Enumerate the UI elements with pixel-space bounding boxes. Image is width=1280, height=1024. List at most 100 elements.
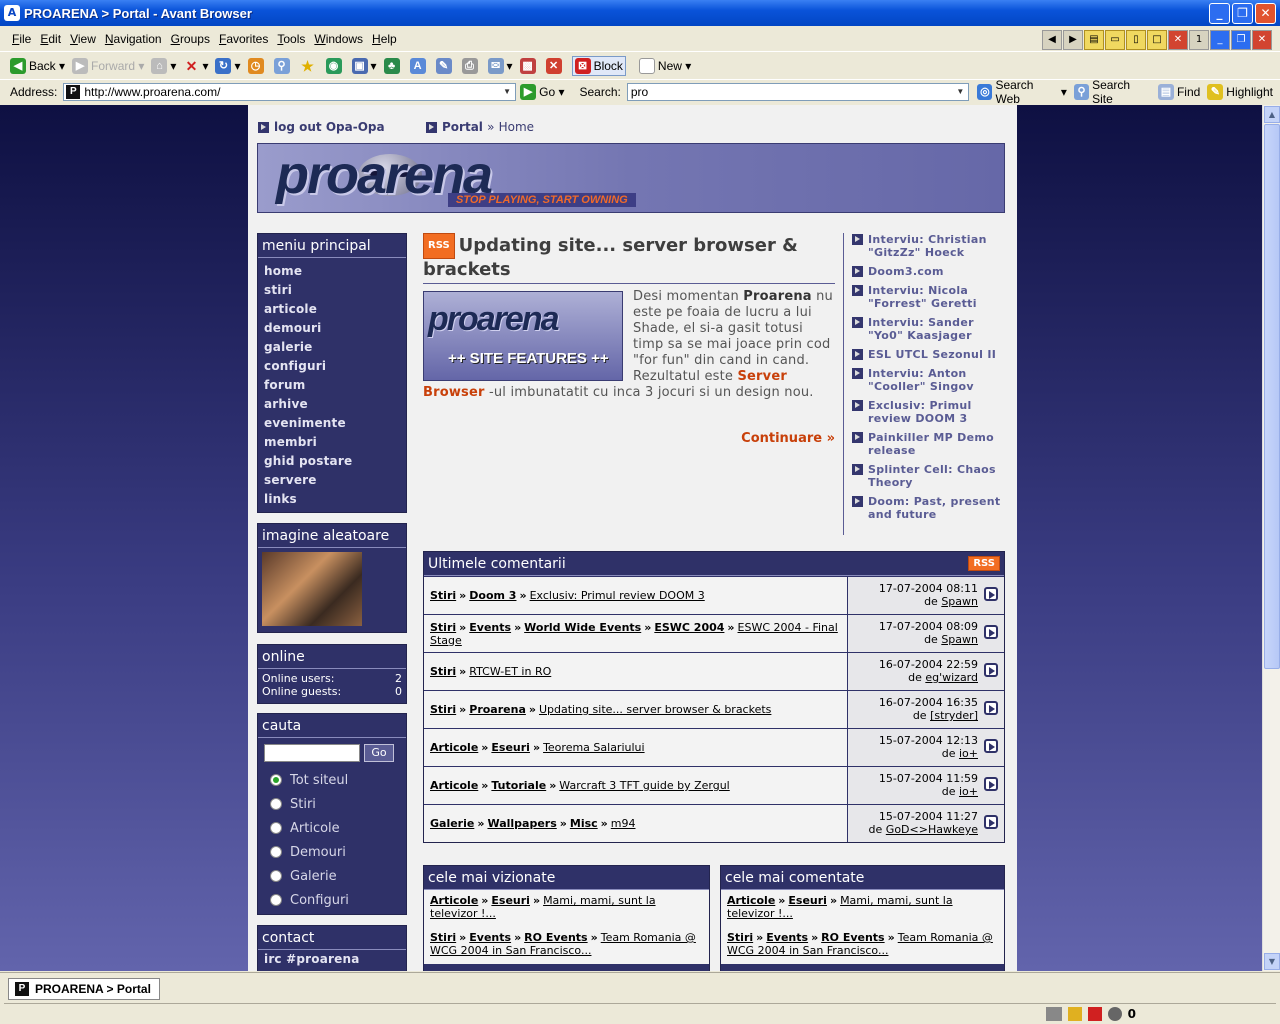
radio-icon[interactable] bbox=[270, 798, 282, 810]
tab-minimize-icon[interactable]: _ bbox=[1210, 30, 1230, 50]
search-option-articole[interactable]: Articole bbox=[264, 816, 400, 840]
category-link[interactable]: Eseuri bbox=[491, 894, 530, 907]
comment-category-link[interactable]: Stiri bbox=[430, 703, 456, 716]
stop-button[interactable]: ✕ ▾ bbox=[183, 58, 209, 74]
menu-favorites[interactable]: Favorites bbox=[219, 32, 268, 46]
side-link[interactable]: Interviu: Christian "GitzZz" Hoeck bbox=[852, 233, 1005, 259]
address-dropdown-icon[interactable]: ▼ bbox=[500, 85, 514, 99]
comment-category-link[interactable]: ESWC 2004 bbox=[654, 621, 724, 634]
scroll-down-icon[interactable]: ▼ bbox=[1264, 953, 1280, 970]
category-link[interactable]: Stiri bbox=[727, 931, 753, 944]
comment-category-link[interactable]: Doom 3 bbox=[469, 589, 516, 602]
tab-close-icon[interactable]: ✕ bbox=[1252, 30, 1272, 50]
single-window-icon[interactable]: 1 bbox=[1189, 30, 1209, 50]
refresh-button[interactable]: ↻ ▾ bbox=[215, 58, 241, 74]
category-link[interactable]: Events bbox=[766, 931, 808, 944]
radio-icon[interactable] bbox=[270, 894, 282, 906]
menu-navigation[interactable]: Navigation bbox=[105, 32, 162, 46]
back-button[interactable]: ◀ Back ▾ bbox=[10, 58, 65, 74]
go-button[interactable]: ▶ Go ▾ bbox=[520, 84, 564, 100]
tree-button[interactable]: ♣ bbox=[383, 58, 403, 74]
radio-icon[interactable] bbox=[270, 822, 282, 834]
menu-item-servere[interactable]: servere bbox=[258, 471, 406, 490]
comment-category-link[interactable]: Proarena bbox=[469, 703, 526, 716]
flash-icon[interactable] bbox=[1107, 1006, 1122, 1021]
forward-button[interactable]: ▶ Forward ▾ bbox=[72, 58, 144, 74]
article-image[interactable]: proarena ++ SITE FEATURES ++ bbox=[423, 291, 623, 381]
menu-item-forum[interactable]: forum bbox=[258, 376, 406, 395]
mail-button[interactable]: ✉ ▾ bbox=[487, 58, 513, 74]
category-link[interactable]: Articole bbox=[727, 894, 775, 907]
edit-button[interactable]: ✎ bbox=[435, 58, 455, 74]
random-photo[interactable] bbox=[262, 552, 362, 626]
menu-edit[interactable]: Edit bbox=[40, 32, 61, 46]
vertical-scrollbar[interactable]: ▲ ▼ bbox=[1262, 105, 1280, 971]
comment-topic-link[interactable]: Exclusiv: Primul review DOOM 3 bbox=[530, 589, 705, 602]
side-link[interactable]: Interviu: Nicola "Forrest" Geretti bbox=[852, 284, 1005, 310]
side-link[interactable]: Interviu: Sander "Yo0" Kaasjager bbox=[852, 316, 1005, 342]
article-rss-badge[interactable]: RSS bbox=[423, 233, 455, 259]
menu-item-links[interactable]: links bbox=[258, 490, 406, 509]
find-button[interactable]: ▤ Find bbox=[1157, 84, 1200, 100]
logout-link[interactable]: log out Opa-Opa bbox=[258, 120, 385, 134]
search-tool-button[interactable]: ⚲ bbox=[273, 58, 293, 74]
comment-author-link[interactable]: io+ bbox=[959, 785, 978, 798]
menu-item-articole[interactable]: articole bbox=[258, 300, 406, 319]
comment-topic-link[interactable]: Updating site... server browser & bracke… bbox=[539, 703, 771, 716]
comments-rss-badge[interactable]: RSS bbox=[968, 556, 1000, 571]
new-button[interactable]: New ▾ bbox=[638, 58, 691, 74]
go-arrow-icon[interactable] bbox=[984, 777, 998, 791]
category-link[interactable]: Stiri bbox=[430, 931, 456, 944]
radio-icon[interactable] bbox=[270, 870, 282, 882]
comment-category-link[interactable]: Wallpapers bbox=[487, 817, 556, 830]
comment-topic-link[interactable]: Warcraft 3 TFT guide by Zergul bbox=[559, 779, 729, 792]
menu-item-galerie[interactable]: galerie bbox=[258, 338, 406, 357]
comment-author-link[interactable]: Spawn bbox=[941, 595, 978, 608]
category-link[interactable]: Events bbox=[469, 931, 511, 944]
side-link[interactable]: Exclusiv: Primul review DOOM 3 bbox=[852, 399, 1005, 425]
menu-item-configuri[interactable]: configuri bbox=[258, 357, 406, 376]
cascade-icon[interactable]: ▤ bbox=[1084, 30, 1104, 50]
category-link[interactable]: Articole bbox=[430, 894, 478, 907]
side-link[interactable]: Interviu: Anton "Cooller" Singov bbox=[852, 367, 1005, 393]
tile-horizontal-icon[interactable]: ▭ bbox=[1105, 30, 1125, 50]
comment-category-link[interactable]: Misc bbox=[570, 817, 598, 830]
media-button[interactable]: ◉ bbox=[325, 58, 345, 74]
side-link[interactable]: ESL UTCL Sezonul II bbox=[852, 348, 1005, 361]
comment-author-link[interactable]: [stryder] bbox=[930, 709, 978, 722]
menu-item-evenimente[interactable]: evenimente bbox=[258, 414, 406, 433]
search-input[interactable]: pro ▼ bbox=[626, 83, 970, 101]
tile-vertical-icon[interactable]: ▯ bbox=[1126, 30, 1146, 50]
site-search-input[interactable] bbox=[264, 744, 360, 762]
comment-author-link[interactable]: Spawn bbox=[941, 633, 978, 646]
breadcrumb-portal[interactable]: Portal bbox=[442, 120, 483, 134]
category-link[interactable]: Eseuri bbox=[788, 894, 827, 907]
print-button[interactable]: ⎙ bbox=[461, 58, 481, 74]
go-arrow-icon[interactable] bbox=[984, 625, 998, 639]
popup-block-button[interactable]: ✕ bbox=[545, 58, 565, 74]
comment-category-link[interactable]: Stiri bbox=[430, 665, 456, 678]
menu-item-ghid-postare[interactable]: ghid postare bbox=[258, 452, 406, 471]
side-link[interactable]: Doom3.com bbox=[852, 265, 1005, 278]
scroll-up-icon[interactable]: ▲ bbox=[1264, 106, 1280, 123]
side-link[interactable]: Painkiller MP Demo release bbox=[852, 431, 1005, 457]
font-button[interactable]: A bbox=[409, 58, 429, 74]
go-arrow-icon[interactable] bbox=[984, 663, 998, 677]
search-site-button[interactable]: ⚲ Search Site bbox=[1073, 78, 1151, 106]
menu-file[interactable]: File bbox=[12, 32, 31, 46]
menu-windows[interactable]: Windows bbox=[314, 32, 363, 46]
favorites-button[interactable]: ★ bbox=[300, 58, 319, 74]
menu-tools[interactable]: Tools bbox=[277, 32, 305, 46]
menu-groups[interactable]: Groups bbox=[171, 32, 210, 46]
go-arrow-icon[interactable] bbox=[984, 701, 998, 715]
comment-topic-link[interactable]: m94 bbox=[611, 817, 636, 830]
article-heading[interactable]: RSS Updating site... server browser & bra… bbox=[423, 233, 835, 284]
site-banner[interactable]: proarena STOP PLAYING, START OWNING bbox=[257, 143, 1005, 213]
search-web-button[interactable]: ◎ Search Web ▾ bbox=[977, 78, 1067, 106]
go-arrow-icon[interactable] bbox=[984, 739, 998, 753]
radio-icon[interactable] bbox=[270, 774, 282, 786]
image-button[interactable]: ▩ bbox=[519, 58, 539, 74]
comment-author-link[interactable]: io+ bbox=[959, 747, 978, 760]
home-button[interactable]: ⌂ ▾ bbox=[151, 58, 176, 74]
comment-author-link[interactable]: GoD<>Hawkeye bbox=[886, 823, 978, 836]
